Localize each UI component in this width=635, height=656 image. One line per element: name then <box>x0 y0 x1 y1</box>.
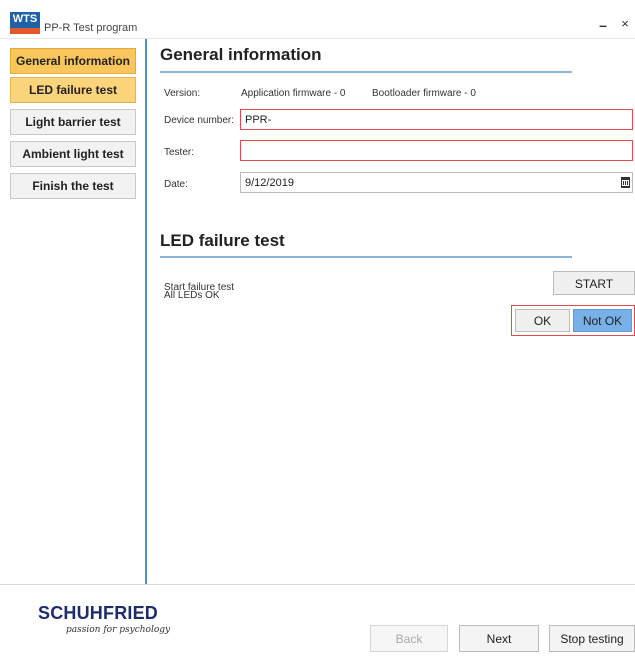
calendar-icon[interactable] <box>621 177 630 188</box>
logo-stripe <box>10 28 40 34</box>
sidebar-item-finish-the-test[interactable]: Finish the test <box>10 173 136 199</box>
all-leds-ok-label: All LEDs OK <box>164 290 220 301</box>
sidebar-item-general-information[interactable]: General information <box>10 48 136 74</box>
date-label: Date: <box>164 179 188 190</box>
brand-logo: SCHUHFRIED <box>38 603 159 623</box>
close-icon[interactable]: × <box>618 16 632 31</box>
title-bar: WTS PP-R Test program – × <box>0 0 635 39</box>
device-number-label: Device number: <box>164 115 235 126</box>
not-ok-button[interactable]: Not OK <box>573 309 632 332</box>
next-button[interactable]: Next <box>459 625 539 652</box>
sidebar: General information LED failure test Lig… <box>0 39 147 584</box>
start-button[interactable]: START <box>553 271 635 295</box>
ok-buttons-group: OK Not OK <box>511 305 635 336</box>
footer: SCHUHFRIED passion for psychology Back N… <box>0 584 635 656</box>
application-firmware-text: Application firmware - 0 <box>241 88 346 99</box>
main-content: General information Version: Application… <box>147 39 635 584</box>
version-label: Version: <box>164 88 201 99</box>
tester-label: Tester: <box>164 147 195 158</box>
date-picker[interactable]: 9/12/2019 <box>240 172 633 193</box>
tester-input[interactable] <box>240 140 633 161</box>
sidebar-item-ambient-light-test[interactable]: Ambient light test <box>10 141 136 167</box>
back-button[interactable]: Back <box>370 625 448 652</box>
bootloader-firmware-text: Bootloader firmware - 0 <box>372 88 476 99</box>
device-number-input[interactable]: PPR- <box>240 109 633 130</box>
ok-button[interactable]: OK <box>515 309 570 332</box>
sidebar-item-light-barrier-test[interactable]: Light barrier test <box>10 109 136 135</box>
sidebar-item-led-failure-test[interactable]: LED failure test <box>10 77 136 103</box>
minimize-icon[interactable]: – <box>596 18 610 32</box>
led-failure-test-title: LED failure test <box>160 231 285 250</box>
date-value: 9/12/2019 <box>245 177 294 189</box>
brand-tagline: passion for psychology <box>66 625 171 635</box>
title-underline <box>160 71 572 73</box>
wts-logo: WTS <box>10 12 40 34</box>
logo-text: WTS <box>12 13 38 25</box>
stop-testing-button[interactable]: Stop testing <box>549 625 635 652</box>
window-title: PP-R Test program <box>44 22 138 34</box>
general-information-title: General information <box>160 45 322 64</box>
title-underline <box>160 256 572 258</box>
